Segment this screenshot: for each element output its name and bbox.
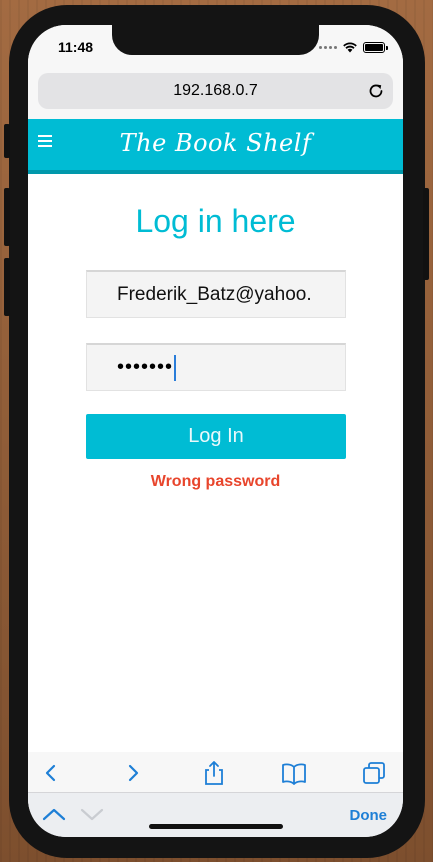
volume-up-button <box>4 188 10 246</box>
status-time: 11:48 <box>58 39 94 55</box>
power-button <box>423 188 429 280</box>
password-value: ••••••• <box>117 356 174 378</box>
app-header: The Book Shelf <box>28 119 403 174</box>
battery-icon <box>363 41 388 53</box>
login-button[interactable]: Log In <box>86 414 346 459</box>
bookmarks-icon[interactable] <box>281 760 307 786</box>
chevron-down-icon[interactable] <box>80 806 104 822</box>
tabs-icon[interactable] <box>361 760 387 786</box>
share-icon[interactable] <box>201 760 227 786</box>
page-title: Log in here <box>135 203 296 239</box>
forward-icon[interactable] <box>120 760 146 786</box>
browser-toolbar <box>28 752 403 792</box>
chevron-up-icon[interactable] <box>42 806 66 822</box>
keyboard-accessory-bar: Done <box>28 792 403 837</box>
phone-screen: 11:48 192.168.0.7 The Book Shelf Log in … <box>28 25 403 837</box>
done-button[interactable]: Done <box>350 807 388 824</box>
notch <box>112 25 319 55</box>
home-indicator[interactable] <box>149 824 283 829</box>
signal-icon <box>319 45 337 49</box>
address-bar[interactable]: 192.168.0.7 <box>38 73 393 109</box>
reload-icon[interactable] <box>367 82 385 100</box>
error-message: Wrong password <box>150 473 281 490</box>
app-title[interactable]: The Book Shelf <box>28 129 403 157</box>
mute-switch <box>4 124 10 158</box>
url-text: 192.168.0.7 <box>173 82 258 99</box>
status-icons <box>319 41 388 53</box>
volume-down-button <box>4 258 10 316</box>
back-icon[interactable] <box>38 760 64 786</box>
text-caret <box>174 354 177 381</box>
email-field[interactable]: Frederik_Batz@yahoo. <box>86 270 346 318</box>
wifi-icon <box>343 42 357 53</box>
password-field[interactable]: ••••••• <box>86 343 346 391</box>
browser-address-area: 192.168.0.7 <box>28 69 403 119</box>
